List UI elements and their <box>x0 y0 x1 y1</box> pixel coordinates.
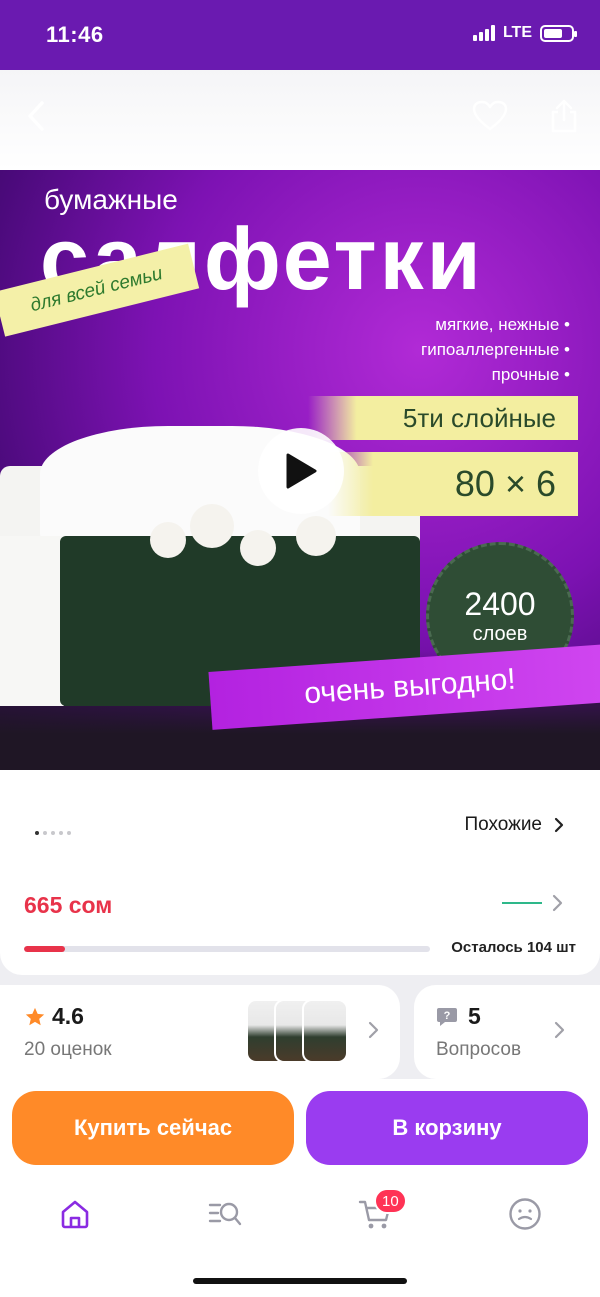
chevron-right-icon <box>368 1021 379 1039</box>
stock-progress-bar <box>24 946 430 952</box>
heart-icon <box>472 100 508 131</box>
tab-home[interactable] <box>55 1194 95 1234</box>
cart-badge: 10 <box>374 1188 407 1214</box>
svg-text:?: ? <box>444 1010 451 1022</box>
pack-band: 80 × 6 <box>328 452 578 516</box>
questions-card[interactable]: ? 5 Вопросов <box>414 985 600 1079</box>
battery-icon <box>540 24 577 42</box>
profile-icon <box>509 1198 541 1230</box>
pack-label: 80 × 6 <box>454 463 556 504</box>
share-button[interactable] <box>542 94 586 138</box>
bottom-panel: Купить сейчас В корзину <box>0 1079 600 1297</box>
questions-label: Вопросов <box>436 1039 522 1060</box>
price-indicator <box>502 902 542 904</box>
question-icon: ? <box>437 1007 457 1026</box>
layers-label: 5ти слойные <box>402 402 556 433</box>
buy-now-button[interactable]: Купить сейчас <box>12 1091 294 1165</box>
stock-label: Осталось 104 шт <box>451 939 576 956</box>
seal-number: 2400 <box>464 586 536 622</box>
status-indicators: LTE <box>472 24 577 42</box>
feature-list: мягкие, нежные гипоаллергенные прочные <box>421 312 570 387</box>
chevron-right-icon <box>554 817 564 833</box>
status-time: 11:46 <box>46 22 104 47</box>
gallery-pagination <box>35 831 71 835</box>
gallery-dot <box>35 831 39 835</box>
chevron-right-icon[interactable] <box>552 894 564 912</box>
price: 665 сом <box>24 892 113 918</box>
product-header <box>0 70 600 170</box>
similar-products-link[interactable]: Похожие <box>464 814 564 836</box>
reviews-card[interactable]: 4.6 20 оценок <box>0 985 400 1079</box>
questions-count-row: ? 5 <box>436 1003 481 1030</box>
product-image[interactable]: бумажные салфетки для всей семьи мягкие,… <box>0 170 600 770</box>
play-video-button[interactable] <box>258 428 344 514</box>
promo-text: очень выгодно! <box>303 662 517 711</box>
favorite-button[interactable] <box>468 94 512 138</box>
add-to-cart-button[interactable]: В корзину <box>306 1091 588 1165</box>
back-button[interactable] <box>14 94 58 138</box>
feature-item: мягкие, нежные <box>421 312 570 337</box>
feature-item: гипоаллергенные <box>421 337 570 362</box>
network-label: LTE <box>502 24 532 41</box>
questions-count: 5 <box>468 1003 481 1029</box>
review-photos[interactable] <box>246 999 350 1063</box>
rating-value: 4.6 <box>52 1003 84 1029</box>
similar-label: Похожие <box>464 814 542 835</box>
chevron-right-icon <box>554 1021 565 1039</box>
back-icon <box>28 101 44 131</box>
home-icon <box>61 1200 89 1229</box>
seal-unit: слоев <box>472 623 528 645</box>
gallery-dot <box>59 831 63 835</box>
feature-item: прочные <box>421 362 570 387</box>
review-photo-thumbnail[interactable] <box>302 999 348 1063</box>
layers-band: 5ти слойные <box>308 396 578 440</box>
status-bar: 11:46 LTE <box>0 0 600 70</box>
price-section: Похожие 665 сом Осталось 104 шт <box>0 770 600 975</box>
play-icon <box>286 453 317 489</box>
share-icon <box>551 99 577 133</box>
search-icon <box>208 1202 242 1226</box>
gallery-dot <box>67 831 71 835</box>
signal-icon <box>472 25 495 41</box>
tab-profile[interactable] <box>505 1194 545 1234</box>
rating: 4.6 <box>24 1003 84 1030</box>
gallery-dot <box>51 831 55 835</box>
tab-catalog-search[interactable] <box>205 1194 245 1234</box>
gallery-dot <box>43 831 47 835</box>
rating-count: 20 оценок <box>24 1039 112 1060</box>
home-indicator <box>193 1278 407 1284</box>
star-icon <box>25 1007 45 1025</box>
